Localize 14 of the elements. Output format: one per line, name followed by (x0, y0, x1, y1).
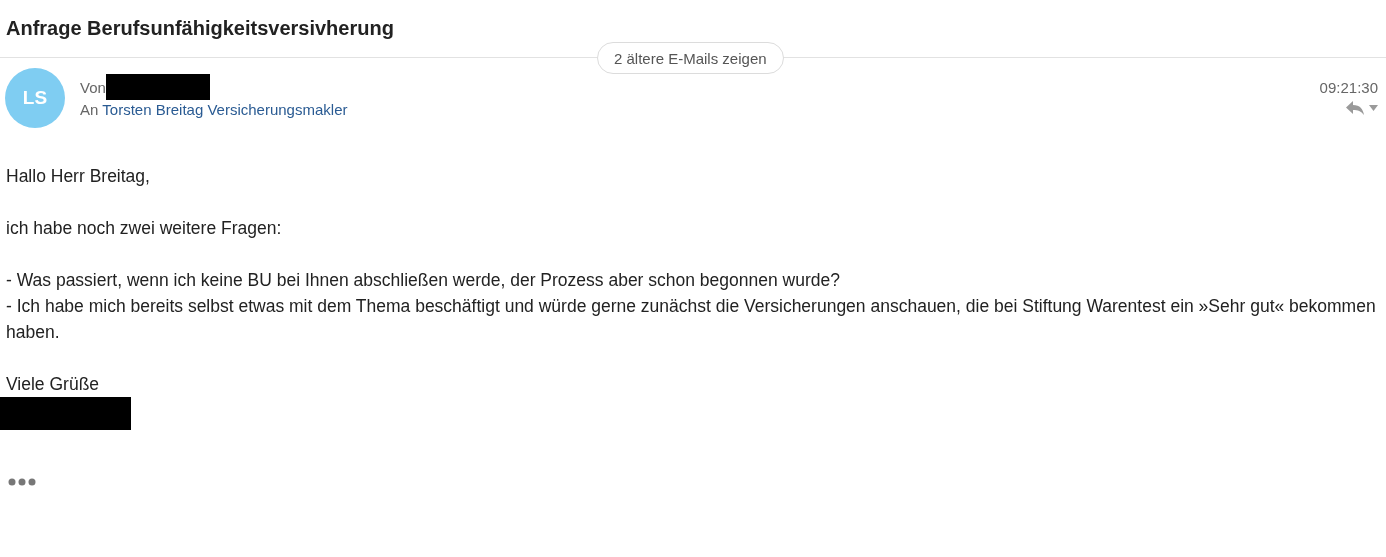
email-subject: Anfrage Berufsunfähigkeitsversivherung (5, 16, 395, 41)
sender-avatar: LS (5, 68, 65, 128)
recipient-link[interactable]: Torsten Breitag Versicherungsmakler (102, 100, 348, 118)
email-paragraph: Hallo Herr Breitag, (6, 165, 151, 188)
email-paragraph: - Was passiert, wenn ich keine BU bei Ihnen abschließen werde, der Prozess aber schon begonnen wurde? - Ich habe mich bereits selbst etwas mit dem Thema beschäftigt und würde gerne zunächst die Versicherungen anschauen, die bei Stiftung Warentest ein »Sehr gut« bekommen haben. (6, 269, 1376, 344)
more-dots-icon[interactable] (8, 478, 36, 486)
from-label: Von (80, 78, 106, 96)
reply-icon[interactable] (1345, 100, 1365, 116)
email-closing: Viele Grüße (6, 373, 101, 396)
to-label: An (80, 100, 99, 118)
caret-icon[interactable] (1369, 105, 1378, 111)
show-older-emails-button[interactable]: 2 ältere E-Mails zeigen (597, 42, 784, 74)
email-paragraph: ich habe noch zwei weitere Fragen: (6, 217, 283, 240)
email-time: 09:21:30 (1319, 79, 1378, 96)
